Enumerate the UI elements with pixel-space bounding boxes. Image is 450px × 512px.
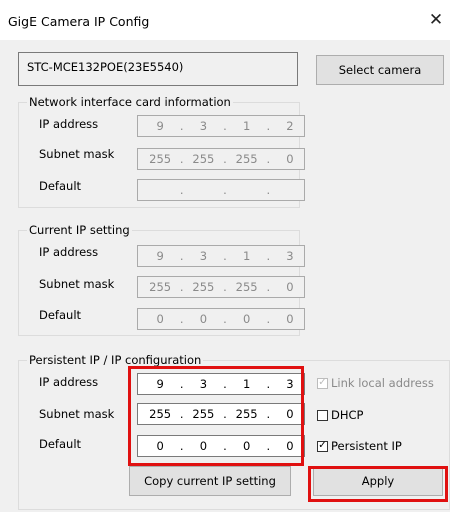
close-icon: ✕ (428, 10, 444, 30)
link-local-checkbox: ✓ Link local address (317, 376, 434, 390)
current-mask-octet-1: 255 (149, 280, 172, 294)
camera-name: STC-MCE132POE(23E5540) (27, 60, 184, 74)
link-local-check-icon: ✓ (317, 377, 328, 389)
current-default-octet-3: 0 (242, 312, 251, 326)
ip-config-dialog: GigE Camera IP Config ✕ STC-MCE132POE(23… (0, 0, 450, 512)
current-mask-octet-2: 255 (192, 280, 215, 294)
persistent-ip-check-icon[interactable]: ✓ (317, 440, 328, 452)
current-mask-octet-3: 255 (235, 280, 258, 294)
current-ip-octet-2: 3 (199, 249, 208, 263)
nic-default-field: . . . (137, 179, 305, 201)
persistent-ip-checkbox-label: Persistent IP (331, 439, 402, 453)
persistent-ip-checkbox[interactable]: ✓ Persistent IP (317, 439, 402, 453)
nic-mask-field: 255. 255. 255. 0 (137, 148, 305, 170)
nic-info-group-title: Network interface card information (27, 95, 233, 109)
nic-ip-octet-2: 3 (199, 119, 208, 133)
current-ip-label: IP address (39, 245, 99, 259)
dhcp-check-box[interactable] (317, 409, 328, 421)
current-ip-field: 9. 3. 1. 3 (137, 245, 305, 267)
link-local-label: Link local address (331, 376, 434, 390)
camera-name-field: STC-MCE132POE(23E5540) (18, 52, 298, 86)
current-default-octet-1: 0 (156, 312, 164, 326)
current-mask-octet-4: 0 (286, 280, 294, 294)
current-mask-field: 255. 255. 255. 0 (137, 276, 305, 298)
nic-ip-octet-1: 9 (156, 119, 164, 133)
nic-ip-octet-3: 1 (242, 119, 251, 133)
current-ip-octet-1: 9 (156, 249, 164, 263)
select-camera-button[interactable]: Select camera (316, 55, 444, 85)
nic-mask-octet-3: 255 (235, 152, 258, 166)
copy-current-ip-button[interactable]: Copy current IP setting (129, 466, 291, 496)
current-default-octet-4: 0 (286, 312, 294, 326)
current-mask-label: Subnet mask (39, 277, 115, 291)
title-bar: GigE Camera IP Config ✕ (0, 0, 450, 40)
persistent-default-label: Default (39, 437, 82, 451)
nic-mask-octet-4: 0 (286, 152, 294, 166)
close-button[interactable]: ✕ (424, 8, 448, 32)
persistent-mask-label: Subnet mask (39, 407, 115, 421)
persistent-ip-group-title: Persistent IP / IP configuration (27, 353, 204, 367)
dhcp-label: DHCP (331, 408, 364, 422)
current-default-label: Default (39, 308, 82, 322)
window-title: GigE Camera IP Config (8, 14, 150, 29)
nic-mask-octet-1: 255 (149, 152, 172, 166)
nic-default-label: Default (39, 179, 82, 193)
current-ip-octet-4: 3 (286, 249, 294, 263)
apply-button-highlight (308, 466, 448, 502)
current-ip-group: Current IP setting IP address 9. 3. 1. 3… (18, 223, 305, 336)
ip-fields-highlight (128, 366, 304, 466)
nic-ip-octet-4: 2 (286, 119, 294, 133)
nic-mask-octet-2: 255 (192, 152, 215, 166)
current-ip-group-title: Current IP setting (27, 223, 132, 237)
nic-ip-field: 9. 3. 1. 2 (137, 115, 305, 137)
nic-ip-label: IP address (39, 117, 99, 131)
current-ip-octet-3: 1 (242, 249, 251, 263)
current-default-octet-2: 0 (199, 312, 208, 326)
persistent-ip-label: IP address (39, 375, 99, 389)
current-default-field: 0. 0. 0. 0 (137, 308, 305, 330)
dhcp-checkbox[interactable]: DHCP (317, 408, 363, 422)
nic-info-group: Network interface card information IP ad… (18, 95, 305, 208)
nic-mask-label: Subnet mask (39, 147, 115, 161)
